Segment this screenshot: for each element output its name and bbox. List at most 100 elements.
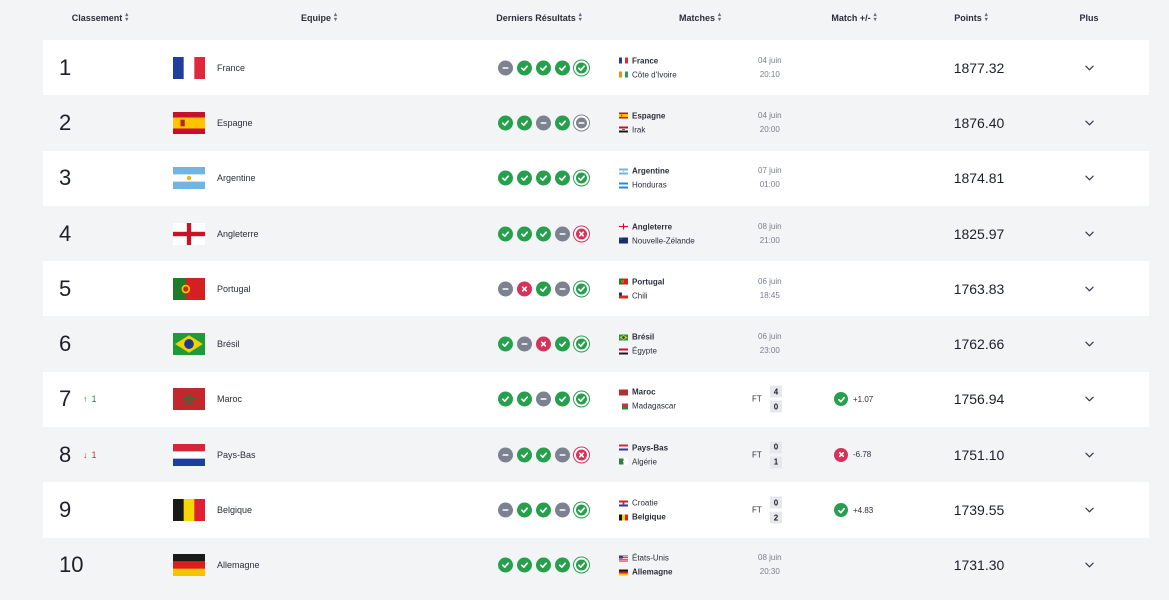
result-check-icon[interactable]	[498, 226, 513, 242]
match-teams[interactable]: Portugal Chili	[619, 277, 664, 300]
result-check-icon[interactable]	[574, 502, 589, 518]
chevron-down-icon[interactable]	[1082, 282, 1096, 296]
chevron-down-icon[interactable]	[1082, 171, 1096, 185]
result-check-icon[interactable]	[555, 391, 570, 407]
team-points: 1762.66	[953, 336, 1005, 353]
table-row[interactable]: 6 Brésil Brésil Égypte 06 juin 23:00 1762.66	[43, 316, 1149, 372]
result-cross-icon[interactable]	[517, 281, 532, 297]
result-check-icon[interactable]	[498, 391, 513, 407]
result-check-icon[interactable]	[498, 115, 513, 131]
result-minus-icon[interactable]	[555, 447, 570, 463]
result-minus-icon[interactable]	[498, 447, 513, 463]
home-flag	[619, 555, 628, 562]
result-check-icon[interactable]	[517, 502, 532, 518]
team-name[interactable]: Angleterre	[217, 229, 259, 239]
result-minus-icon[interactable]	[536, 391, 551, 407]
chevron-down-icon[interactable]	[1082, 337, 1096, 351]
match-teams[interactable]: États-Unis Allemagne	[619, 554, 672, 577]
result-check-icon[interactable]	[536, 502, 551, 518]
result-cross-icon[interactable]	[536, 336, 551, 352]
chevron-down-icon[interactable]	[1082, 116, 1096, 130]
result-check-icon[interactable]	[555, 60, 570, 76]
result-check-icon[interactable]	[574, 281, 589, 297]
result-check-icon[interactable]	[498, 336, 513, 352]
result-check-icon[interactable]	[517, 447, 532, 463]
table-row[interactable]: 8 ↓ 1 Pays-Bas Pays-Bas Algérie FT 0 1 -6.78 1751.…	[43, 427, 1149, 483]
match-teams[interactable]: Brésil Égypte	[619, 333, 657, 356]
table-row[interactable]: 4 Angleterre Angleterre Nouvelle-Zélande 08 …	[43, 205, 1149, 262]
team-name[interactable]: Allemagne	[217, 560, 260, 570]
header-matches[interactable]: Matches ▴ ▾	[679, 12, 721, 23]
chevron-down-icon[interactable]	[1082, 227, 1096, 241]
result-minus-icon[interactable]	[498, 60, 513, 76]
result-check-icon[interactable]	[574, 557, 589, 573]
result-check-icon[interactable]	[517, 170, 532, 186]
result-check-icon[interactable]	[517, 60, 532, 76]
match-teams[interactable]: France Côte d'Ivoire	[619, 56, 677, 79]
table-row[interactable]: 3 Argentine Argentine Honduras 07 juin 01:00 1…	[43, 150, 1149, 206]
chevron-down-icon[interactable]	[1082, 61, 1096, 75]
chevron-down-icon[interactable]	[1082, 448, 1096, 462]
result-check-icon[interactable]	[498, 557, 513, 573]
table-row[interactable]: 9 Belgique Croatie Belgique FT 0 2 +4.83 1739.55	[43, 482, 1149, 538]
chevron-down-icon[interactable]	[1082, 503, 1096, 517]
match-teams[interactable]: Angleterre Nouvelle-Zélande	[619, 222, 695, 245]
result-check-icon[interactable]	[498, 170, 513, 186]
match-teams[interactable]: Argentine Honduras	[619, 167, 669, 190]
result-minus-icon[interactable]	[517, 336, 532, 352]
match-teams[interactable]: Croatie Belgique	[619, 499, 666, 522]
team-name[interactable]: Portugal	[217, 284, 251, 294]
table-row[interactable]: 2 Espagne Espagne Irak 04 juin 20:00 1876.40	[43, 95, 1149, 151]
result-minus-icon[interactable]	[574, 115, 589, 131]
table-row[interactable]: 7 ↑ 1 Maroc Maroc Madagascar FT 4 0 +1.07 1756.94	[43, 371, 1149, 428]
result-minus-icon[interactable]	[555, 226, 570, 242]
result-minus-icon[interactable]	[536, 115, 551, 131]
result-minus-icon[interactable]	[498, 502, 513, 518]
table-row[interactable]: 1 France France Côte d'Ivoire 04 juin 20:10 18…	[43, 40, 1149, 96]
result-check-icon[interactable]	[517, 391, 532, 407]
team-name[interactable]: Argentine	[217, 173, 256, 183]
header-results[interactable]: Derniers Résultats ▴ ▾	[496, 12, 582, 23]
match-teams[interactable]: Maroc Madagascar	[619, 388, 676, 411]
result-check-icon[interactable]	[536, 281, 551, 297]
team-name[interactable]: Belgique	[217, 505, 252, 515]
table-row[interactable]: 10 Allemagne États-Unis Allemagne 08 juin 20:…	[43, 537, 1149, 593]
header-rank[interactable]: Classement ▴ ▾	[72, 12, 129, 23]
table-row[interactable]: 5 Portugal Portugal Chili 06 juin 18:45 1763.8…	[43, 261, 1149, 317]
result-check-icon[interactable]	[555, 557, 570, 573]
result-cross-icon[interactable]	[574, 447, 589, 463]
match-teams[interactable]: Espagne Irak	[619, 111, 665, 134]
match-date: 06 juin	[758, 276, 782, 286]
team-name[interactable]: France	[217, 63, 245, 73]
result-check-icon[interactable]	[536, 60, 551, 76]
result-check-icon[interactable]	[555, 170, 570, 186]
match-teams[interactable]: Pays-Bas Algérie	[619, 443, 668, 466]
result-check-icon[interactable]	[517, 115, 532, 131]
header-match-delta[interactable]: Match +/- ▴ ▾	[831, 12, 876, 23]
result-minus-icon[interactable]	[555, 281, 570, 297]
team-name[interactable]: Maroc	[217, 394, 242, 404]
result-check-icon[interactable]	[555, 115, 570, 131]
result-check-icon[interactable]	[574, 170, 589, 186]
result-check-icon[interactable]	[517, 557, 532, 573]
result-minus-icon[interactable]	[498, 281, 513, 297]
header-team[interactable]: Equipe ▴ ▾	[301, 12, 337, 23]
team-name[interactable]: Espagne	[217, 118, 253, 128]
chevron-down-icon[interactable]	[1082, 558, 1096, 572]
result-check-icon[interactable]	[536, 170, 551, 186]
result-check-icon[interactable]	[536, 447, 551, 463]
result-check-icon[interactable]	[574, 391, 589, 407]
team-name[interactable]: Pays-Bas	[217, 450, 256, 460]
result-check-icon[interactable]	[574, 60, 589, 76]
result-check-icon[interactable]	[574, 336, 589, 352]
result-cross-icon[interactable]	[574, 226, 589, 242]
header-points[interactable]: Points ▴ ▾	[954, 12, 988, 23]
team-name[interactable]: Brésil	[217, 339, 240, 349]
result-check-icon[interactable]	[555, 336, 570, 352]
chevron-down-icon[interactable]	[1082, 392, 1096, 406]
result-check-icon[interactable]	[517, 226, 532, 242]
result-minus-icon[interactable]	[555, 502, 570, 518]
result-check-icon[interactable]	[536, 226, 551, 242]
match-datetime: 07 juin 01:00	[758, 164, 782, 192]
result-check-icon[interactable]	[536, 557, 551, 573]
